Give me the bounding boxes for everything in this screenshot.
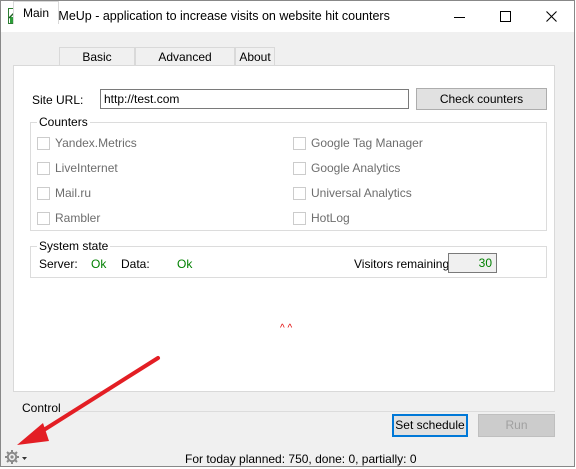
app-window: RateMeUp - application to increase visit… [0,0,575,467]
red-arrow-icon [17,356,160,445]
tab-main[interactable]: Main [13,1,59,24]
annotation-arrow [17,356,160,445]
